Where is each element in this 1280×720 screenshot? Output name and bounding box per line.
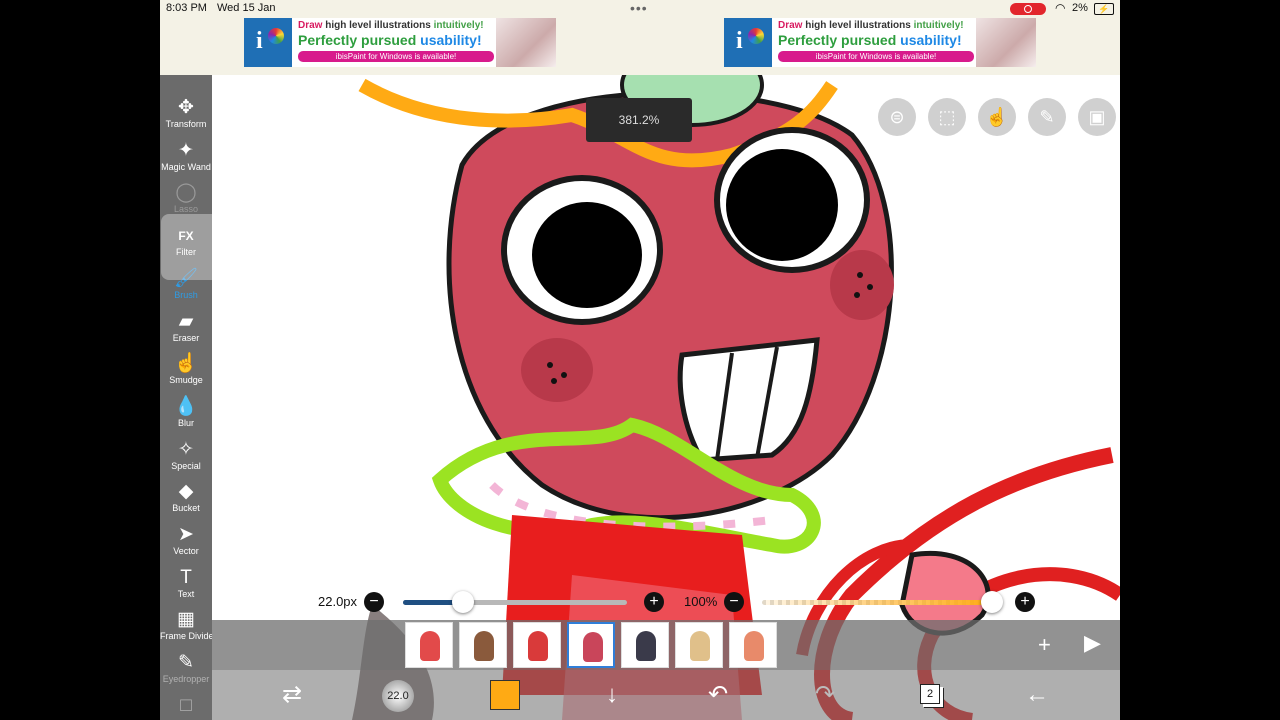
back-arrow-icon[interactable]: ← bbox=[1017, 670, 1057, 720]
tool-bucket[interactable]: ◆ Bucket bbox=[160, 479, 212, 521]
eraser-icon: ▰ bbox=[178, 310, 194, 332]
status-bar: 8:03 PM Wed 15 Jan ••• ◠ 2% ⚡ bbox=[160, 0, 1120, 18]
filter-highlight bbox=[161, 214, 230, 280]
status-time: 8:03 PM bbox=[166, 2, 207, 14]
tool-transform[interactable]: ✥ Transform bbox=[160, 95, 212, 137]
opacity-slider-knob[interactable] bbox=[981, 591, 1003, 613]
ad-banner-left[interactable]: i Draw high level illustrations intuitiv… bbox=[244, 18, 556, 67]
brush-size-slider[interactable] bbox=[403, 600, 627, 605]
brush-size-plus-button[interactable]: + bbox=[644, 592, 664, 612]
status-date: Wed 15 Jan bbox=[217, 2, 276, 14]
ad-character-image bbox=[976, 18, 1036, 67]
down-arrow-icon[interactable]: ↓ bbox=[592, 670, 632, 720]
tool-blur[interactable]: 💧 Blur bbox=[160, 394, 212, 436]
ad-tagline: ibisPaint for Windows is available! bbox=[778, 51, 974, 62]
brush-size-minus-button[interactable]: − bbox=[364, 592, 384, 612]
frame-divider-label: Frame Divider bbox=[160, 631, 217, 642]
vector-label: Vector bbox=[173, 546, 199, 556]
ad-subheadline: Perfectly pursued usability! bbox=[778, 32, 962, 48]
transform-toggle-icon[interactable]: ⇄ bbox=[272, 670, 312, 720]
battery-percent: 2% bbox=[1072, 2, 1088, 14]
selection-icon[interactable]: ⬚ bbox=[928, 98, 966, 136]
redo-icon[interactable]: ↷ bbox=[805, 670, 845, 720]
ad-headline: Draw high level illustrations intuitivel… bbox=[778, 20, 964, 31]
frame-figure bbox=[744, 631, 764, 661]
layers-button[interactable]: 2 bbox=[920, 684, 940, 704]
image-icon[interactable]: ▣ bbox=[1078, 98, 1116, 136]
transform-label: Transform bbox=[165, 119, 207, 129]
animation-frame-thumbnail[interactable] bbox=[513, 622, 561, 668]
pencil-icon[interactable]: ✎ bbox=[1028, 98, 1066, 136]
opacity-plus-button[interactable]: + bbox=[1015, 592, 1035, 612]
ipad-screen: 8:03 PM Wed 15 Jan ••• ◠ 2% ⚡ i Draw hig… bbox=[160, 0, 1120, 720]
eraser-label: Eraser bbox=[172, 332, 200, 343]
hand-icon[interactable]: ☝ bbox=[978, 98, 1016, 136]
tool-vector[interactable]: ➤ Vector bbox=[160, 522, 212, 564]
smudge-label: Smudge bbox=[169, 375, 203, 386]
transform-icon: ✥ bbox=[178, 97, 194, 118]
bucket-icon: ◆ bbox=[178, 481, 194, 503]
ad-tagline: ibisPaint for Windows is available! bbox=[298, 51, 494, 62]
animation-frame-thumbnail[interactable] bbox=[729, 622, 777, 668]
lasso-icon: ◯ bbox=[175, 182, 197, 204]
ad-banner-right[interactable]: i Draw high level illustrations intuitiv… bbox=[724, 18, 1036, 67]
animation-frame-thumbnail[interactable] bbox=[459, 622, 507, 668]
magic-wand-label: Magic Wand bbox=[161, 161, 211, 172]
tool-eraser[interactable]: ▰ Eraser bbox=[160, 309, 212, 351]
animation-frame-bar: + ▶ ⋮ bbox=[212, 620, 1120, 670]
frame-figure bbox=[474, 631, 494, 661]
frame-figure bbox=[528, 631, 548, 661]
frame-figure bbox=[636, 631, 656, 661]
ibispaint-logo-icon: i bbox=[244, 18, 292, 67]
animation-frame-thumbnail[interactable] bbox=[621, 622, 669, 668]
tool-sidebar: ✥ Transform ✦ Magic Wand ◯ Lasso FX Filter 🖌 Brus… bbox=[160, 75, 217, 720]
zoom-indicator: 381.2% bbox=[586, 98, 692, 142]
tool-special[interactable]: ✧ Special bbox=[160, 437, 212, 479]
special-label: Special bbox=[171, 460, 201, 471]
frame-figure bbox=[690, 631, 710, 661]
tool-smudge[interactable]: ☝ Smudge bbox=[160, 351, 212, 393]
ad-subheadline: Perfectly pursued usability! bbox=[298, 32, 482, 48]
special-icon: ✧ bbox=[178, 438, 194, 460]
slider-row: 22.0px − + 100% − + bbox=[160, 590, 1120, 614]
text-icon: T bbox=[180, 566, 192, 588]
color-swatch-button[interactable] bbox=[490, 680, 520, 710]
brush-size-value: 22.0px bbox=[318, 594, 358, 609]
bottom-toolbar: ⇄ 22.0 ↓ ↶ ↷ 2 ← bbox=[160, 670, 1120, 720]
battery-icon: ⚡ bbox=[1094, 3, 1114, 15]
vector-icon: ➤ bbox=[178, 524, 194, 545]
add-frame-button[interactable]: + bbox=[1038, 632, 1051, 658]
frame-figure bbox=[583, 632, 603, 662]
tool-magic-wand[interactable]: ✦ Magic Wand bbox=[160, 138, 212, 180]
bucket-label: Bucket bbox=[172, 503, 200, 514]
brush-label: Brush bbox=[174, 289, 198, 300]
animation-frame-thumbnail[interactable] bbox=[675, 622, 723, 668]
opacity-minus-button[interactable]: − bbox=[724, 592, 744, 612]
undo-icon[interactable]: ↶ bbox=[698, 670, 738, 720]
frame-figure bbox=[420, 631, 440, 661]
screen-record-icon bbox=[1010, 3, 1046, 15]
animation-frame-thumbnail[interactable] bbox=[567, 622, 615, 668]
toggle-icon[interactable]: ⊜ bbox=[878, 98, 916, 136]
brush-preview-button[interactable]: 22.0 bbox=[382, 680, 414, 712]
magic-wand-icon: ✦ bbox=[178, 139, 194, 161]
multitask-dots[interactable]: ••• bbox=[630, 0, 648, 16]
ad-character-image bbox=[496, 18, 556, 67]
ibispaint-logo-icon: i bbox=[724, 18, 772, 67]
ad-banner-strip: i Draw high level illustrations intuitiv… bbox=[160, 18, 1120, 75]
smudge-icon: ☝ bbox=[174, 353, 198, 375]
brush-size-slider-knob[interactable] bbox=[452, 591, 475, 613]
blur-label: Blur bbox=[177, 417, 194, 428]
blur-icon: 💧 bbox=[174, 395, 198, 417]
ad-headline: Draw high level illustrations intuitivel… bbox=[298, 20, 484, 31]
opacity-slider[interactable] bbox=[762, 600, 992, 605]
play-button[interactable]: ▶ bbox=[1084, 630, 1101, 656]
wifi-icon: ◠ bbox=[1055, 1, 1066, 15]
opacity-fill bbox=[762, 600, 992, 605]
opacity-value: 100% bbox=[684, 594, 718, 609]
animation-frame-thumbnail[interactable] bbox=[405, 622, 453, 668]
